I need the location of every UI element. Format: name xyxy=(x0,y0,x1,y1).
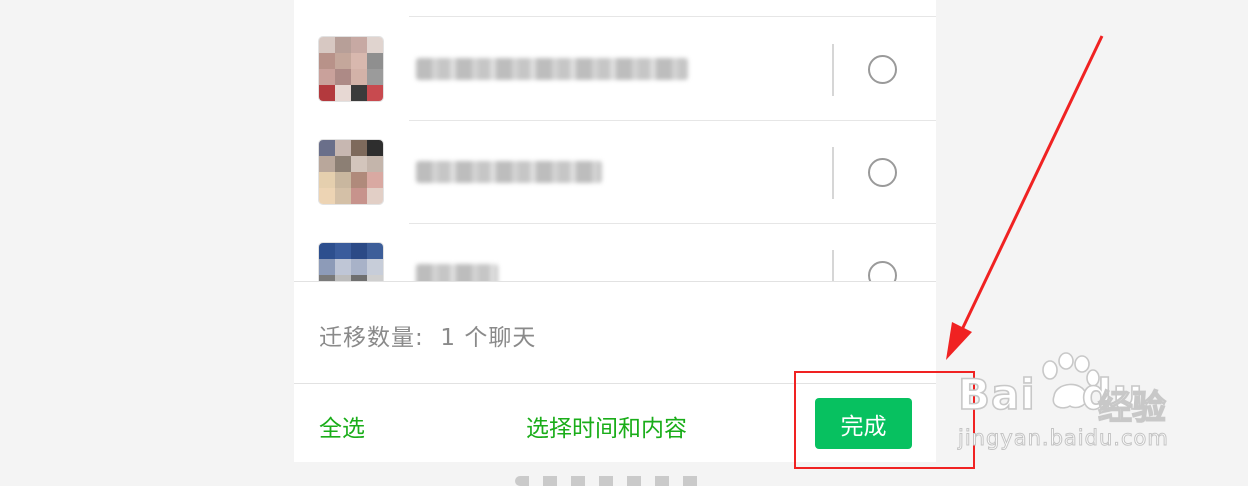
divider xyxy=(409,16,936,17)
contact-name-blurred xyxy=(416,161,602,183)
radio-unchecked-icon[interactable] xyxy=(868,158,897,187)
list-item[interactable] xyxy=(294,224,936,282)
avatar xyxy=(319,37,383,101)
vertical-divider xyxy=(832,44,834,96)
vertical-divider xyxy=(832,250,834,282)
baidu-jingyan-url: jingyan.baidu.com xyxy=(958,426,1169,451)
bottom-toolbar-peek xyxy=(515,476,710,486)
radio-unchecked-icon[interactable] xyxy=(868,55,897,84)
migration-count-label: 迁移数量: xyxy=(319,325,424,351)
chat-list xyxy=(294,0,936,282)
avatar xyxy=(319,140,383,204)
select-all-button[interactable]: 全选 xyxy=(319,409,365,443)
migration-count: 迁移数量: 1 个聊天 xyxy=(319,318,536,352)
baidu-jingyan-brand: 经验 xyxy=(1097,387,1166,428)
vertical-divider xyxy=(832,147,834,199)
avatar xyxy=(319,243,383,282)
choose-time-and-content-button[interactable]: 选择时间和内容 xyxy=(526,409,687,443)
contact-name-blurred xyxy=(416,58,688,80)
migration-count-value: 1 个聊天 xyxy=(440,325,537,351)
contact-name-blurred xyxy=(416,264,498,282)
annotation-highlight-box xyxy=(794,371,975,469)
list-item[interactable] xyxy=(294,0,936,17)
radio-unchecked-icon[interactable] xyxy=(868,261,897,282)
list-item[interactable] xyxy=(294,121,936,224)
list-item[interactable] xyxy=(294,18,936,121)
baidu-watermark: Bai du 经验 jingyan.baidu.com xyxy=(957,350,1188,460)
divider xyxy=(294,281,936,282)
